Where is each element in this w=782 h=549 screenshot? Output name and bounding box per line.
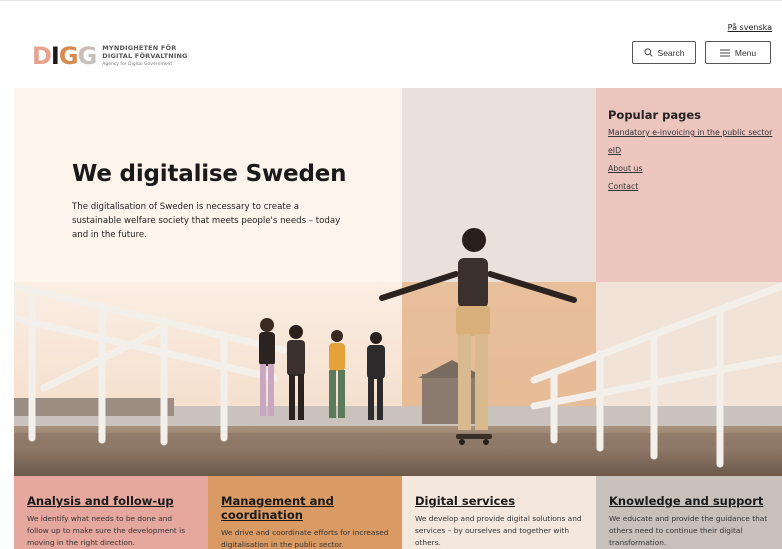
popular-link-e-invoicing[interactable]: Mandatory e-invoicing in the public sect…: [608, 128, 780, 137]
card-digital-services[interactable]: Digital services We develop and provide …: [402, 476, 596, 549]
popular-link-about-us[interactable]: About us: [608, 164, 780, 173]
search-icon: [643, 48, 653, 57]
card-management-text: We drive and coordinate efforts for incr…: [221, 528, 389, 549]
card-management[interactable]: Management and coordination We drive and…: [208, 476, 402, 549]
hamburger-icon: [719, 49, 730, 57]
hero-title: We digitalise Sweden: [72, 161, 347, 187]
digg-logo[interactable]: D I G G MYNDIGHETEN FÖR DIGITAL FÖRVALTN…: [32, 42, 188, 70]
logo-mark: D I G G: [32, 42, 98, 70]
search-button-label: Search: [657, 47, 685, 58]
site-header: På svenska D I G G MYNDIGHETEN FÖR DIGIT…: [0, 0, 782, 88]
card-knowledge-title[interactable]: Knowledge and support: [609, 494, 770, 508]
search-button[interactable]: Search: [632, 41, 696, 64]
hero-section: We digitalise Sweden The digitalisation …: [14, 88, 782, 476]
popular-link-contact[interactable]: Contact: [608, 182, 780, 191]
menu-button-label: Menu: [734, 47, 757, 58]
card-digital-services-title[interactable]: Digital services: [415, 494, 584, 508]
logo-letter-g-2: G: [77, 42, 98, 70]
logo-letter-d: D: [32, 42, 52, 70]
language-switch-link[interactable]: På svenska: [728, 23, 772, 32]
card-analysis[interactable]: Analysis and follow-up We identify what …: [14, 476, 208, 549]
logo-letter-g: G: [58, 42, 79, 70]
logo-letter-i: I: [50, 42, 60, 70]
card-digital-services-text: We develop and provide digital solutions…: [415, 514, 582, 547]
logo-line-2: DIGITAL FÖRVALTNING: [102, 51, 188, 60]
card-knowledge[interactable]: Knowledge and support We educate and pro…: [596, 476, 782, 549]
card-analysis-title[interactable]: Analysis and follow-up: [27, 494, 196, 508]
popular-link-eid[interactable]: eID: [608, 146, 780, 155]
card-knowledge-text: We educate and provide the guidance that…: [609, 514, 768, 547]
menu-button[interactable]: Menu: [705, 41, 771, 64]
card-management-title[interactable]: Management and coordination: [221, 494, 390, 522]
logo-wordmark: MYNDIGHETEN FÖR DIGITAL FÖRVALTNING Agen…: [102, 44, 187, 69]
card-analysis-text: We identify what needs to be done and fo…: [27, 514, 186, 547]
popular-pages-title: Popular pages: [608, 108, 701, 122]
logo-line-1: MYNDIGHETEN FÖR: [102, 43, 177, 52]
popular-pages: Popular pages Mandatory e-invoicing in t…: [608, 108, 780, 200]
hero-description: The digitalisation of Sweden is necessar…: [72, 202, 341, 240]
logo-line-3: Agency for Digital Government: [102, 61, 173, 67]
